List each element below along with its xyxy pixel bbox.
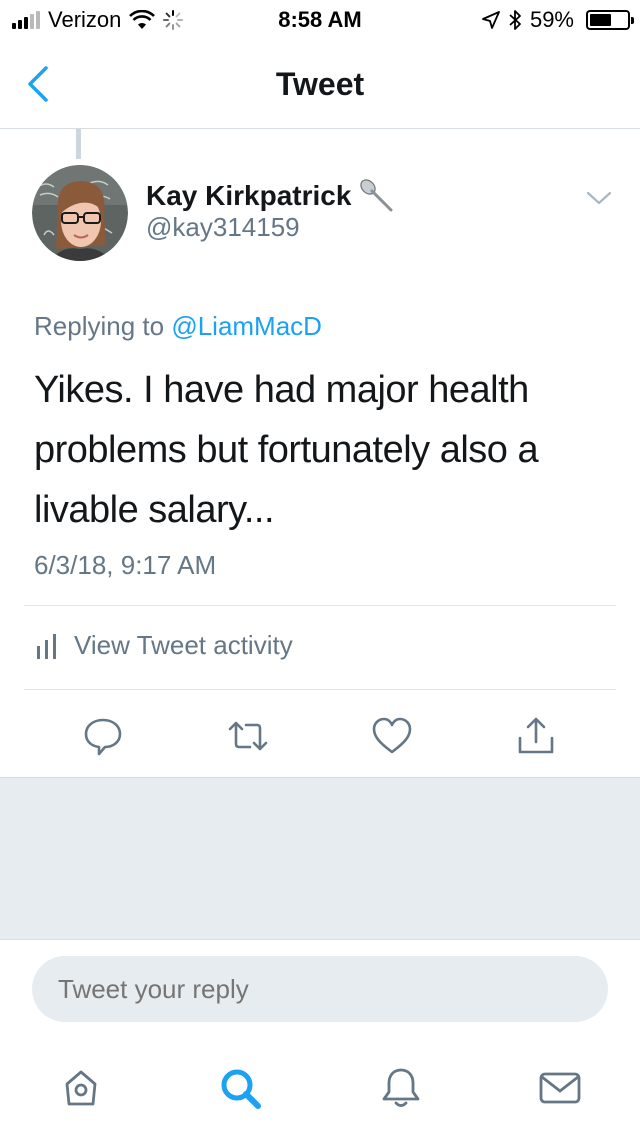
author-name-row: Kay Kirkpatrick xyxy=(146,176,397,216)
replying-to: Replying to @LiamMacD xyxy=(34,311,322,342)
battery-fill xyxy=(590,14,611,26)
status-bar: Verizon 8:58 AM 59% xyxy=(0,0,640,40)
tweet-text: Yikes. I have had major health problems … xyxy=(34,369,539,531)
tab-bar xyxy=(0,1040,640,1136)
battery-icon xyxy=(586,10,634,30)
location-arrow-icon xyxy=(482,11,500,29)
status-right: 59% xyxy=(482,7,634,33)
replying-prefix: Replying to xyxy=(34,311,165,341)
chevron-down-icon[interactable] xyxy=(586,190,612,206)
author-handle[interactable]: @kay314159 xyxy=(146,212,300,243)
nav-bar: Tweet xyxy=(0,40,640,129)
divider xyxy=(24,605,616,606)
messages-icon[interactable] xyxy=(536,1064,584,1112)
avatar[interactable] xyxy=(32,165,128,261)
author-name[interactable]: Kay Kirkpatrick xyxy=(146,180,351,212)
view-tweet-activity-label: View Tweet activity xyxy=(74,630,293,660)
share-icon[interactable] xyxy=(514,714,558,758)
battery-percent: 59% xyxy=(529,7,574,32)
replying-mention-link[interactable]: @LiamMacD xyxy=(171,311,322,341)
view-tweet-activity-button[interactable]: View Tweet activity xyxy=(36,630,293,661)
thread-connector-line xyxy=(76,129,81,159)
empty-replies-area xyxy=(0,777,640,940)
home-icon[interactable] xyxy=(57,1064,105,1112)
divider xyxy=(24,689,616,690)
tweet-actions xyxy=(0,710,640,760)
spoon-icon xyxy=(360,179,393,212)
tweet-timestamp: 6/3/18, 9:17 AM xyxy=(34,550,217,580)
reply-icon[interactable] xyxy=(81,714,125,758)
reply-input[interactable] xyxy=(32,956,608,1022)
bluetooth-icon xyxy=(509,10,521,30)
search-icon[interactable] xyxy=(216,1064,264,1112)
like-icon[interactable] xyxy=(370,714,414,758)
bar-chart-icon xyxy=(37,633,56,659)
page-title: Tweet xyxy=(275,66,365,102)
battery-cap xyxy=(631,17,634,24)
notifications-icon[interactable] xyxy=(377,1064,425,1112)
retweet-icon[interactable] xyxy=(226,714,270,758)
